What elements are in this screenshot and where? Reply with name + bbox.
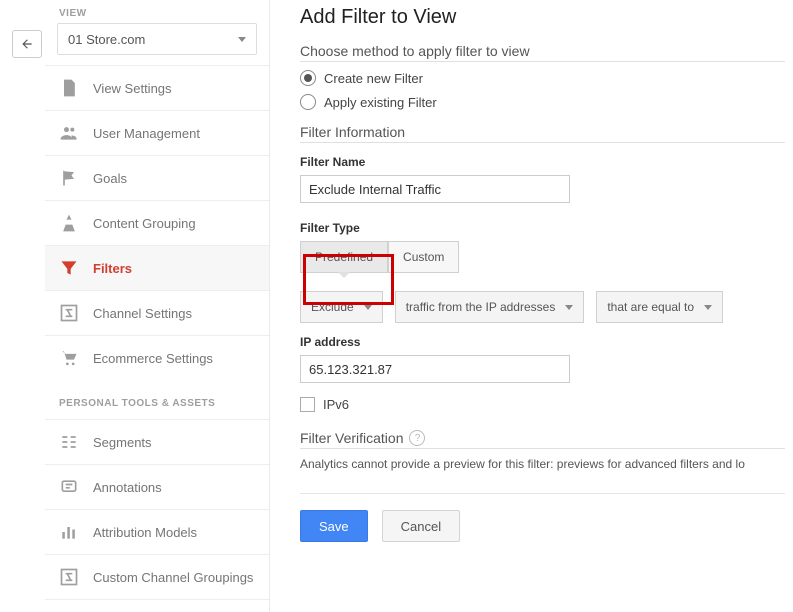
nav-view-settings[interactable]: View Settings — [45, 65, 269, 110]
tab-custom[interactable]: Custom — [388, 241, 459, 273]
method-section-head: Choose method to apply filter to view — [300, 43, 785, 62]
filter-condition-row: Exclude traffic from the IP addresses th… — [300, 291, 785, 323]
nav-label: Attribution Models — [93, 525, 197, 540]
filter-type-tabs: Predefined Custom — [300, 241, 785, 273]
nav-user-management[interactable]: User Management — [45, 110, 269, 155]
nav-label: Annotations — [93, 480, 162, 495]
dropdown-value: that are equal to — [607, 300, 694, 314]
nav-goals[interactable]: Goals — [45, 155, 269, 200]
help-icon[interactable]: ? — [409, 430, 425, 446]
channel-icon — [59, 567, 79, 587]
filter-verification-text: Analytics cannot provide a preview for t… — [300, 457, 785, 471]
radio-apply-existing-filter[interactable]: Apply existing Filter — [300, 94, 785, 110]
users-icon — [59, 123, 79, 143]
grouping-icon — [59, 213, 79, 233]
caret-down-icon — [565, 305, 573, 310]
nav-label: User Management — [93, 126, 200, 141]
checkbox-label: IPv6 — [323, 397, 349, 412]
channel-icon — [59, 303, 79, 323]
save-button[interactable]: Save — [300, 510, 368, 542]
nav-content-grouping[interactable]: Content Grouping — [45, 200, 269, 245]
dropdown-match[interactable]: that are equal to — [596, 291, 723, 323]
bars-icon — [59, 522, 79, 542]
nav-label: Ecommerce Settings — [93, 351, 213, 366]
dropdown-value: traffic from the IP addresses — [406, 300, 556, 314]
view-label: VIEW — [45, 8, 269, 19]
nav-ecommerce-settings[interactable]: Ecommerce Settings — [45, 335, 269, 380]
view-selected-value: 01 Store.com — [68, 32, 145, 47]
caret-down-icon — [704, 305, 712, 310]
filter-info-head: Filter Information — [300, 124, 785, 143]
radio-icon — [300, 94, 316, 110]
nav-annotations[interactable]: Annotations — [45, 464, 269, 509]
ipv6-checkbox-row[interactable]: IPv6 — [300, 397, 785, 412]
annotation-icon — [59, 477, 79, 497]
back-button[interactable] — [12, 30, 42, 58]
radio-create-new-filter[interactable]: Create new Filter — [300, 70, 785, 86]
filter-type-label: Filter Type — [300, 221, 785, 235]
radio-label: Apply existing Filter — [324, 95, 437, 110]
cancel-button[interactable]: Cancel — [382, 510, 460, 542]
filter-name-input[interactable] — [300, 175, 570, 203]
nav-label: Channel Settings — [93, 306, 192, 321]
nav-label: Custom Channel Groupings — [93, 570, 253, 585]
flag-icon — [59, 168, 79, 188]
radio-icon — [300, 70, 316, 86]
tab-predefined[interactable]: Predefined — [300, 241, 388, 273]
divider — [300, 493, 785, 494]
ip-address-label: IP address — [300, 335, 785, 349]
view-selector[interactable]: 01 Store.com — [57, 23, 257, 55]
nav-label: Goals — [93, 171, 127, 186]
back-arrow-icon — [19, 37, 35, 51]
nav-label: View Settings — [93, 81, 172, 96]
action-button-row: Save Cancel — [300, 510, 785, 542]
nav-label: Segments — [93, 435, 152, 450]
radio-label: Create new Filter — [324, 71, 423, 86]
sidebar: VIEW 01 Store.com View Settings User Man… — [45, 0, 270, 612]
nav-label: Filters — [93, 261, 132, 276]
nav-custom-channel-groupings[interactable]: Custom Channel Groupings — [45, 554, 269, 600]
segments-icon — [59, 432, 79, 452]
nav-attribution-models[interactable]: Attribution Models — [45, 509, 269, 554]
dropdown-source[interactable]: traffic from the IP addresses — [395, 291, 585, 323]
cart-icon — [59, 348, 79, 368]
nav-label: Content Grouping — [93, 216, 196, 231]
nav-segments[interactable]: Segments — [45, 419, 269, 464]
dropdown-value: Exclude — [311, 300, 354, 314]
funnel-icon — [59, 258, 79, 278]
filter-verification-head: Filter Verification ? — [300, 430, 785, 449]
nav-channel-settings[interactable]: Channel Settings — [45, 290, 269, 335]
verify-head-text: Filter Verification — [300, 430, 403, 446]
caret-down-icon — [238, 37, 246, 42]
checkbox-icon — [300, 397, 315, 412]
caret-down-icon — [364, 305, 372, 310]
nav-filters[interactable]: Filters — [45, 245, 269, 290]
page-icon — [59, 78, 79, 98]
dropdown-action[interactable]: Exclude — [300, 291, 383, 323]
ip-address-input[interactable] — [300, 355, 570, 383]
filter-name-label: Filter Name — [300, 155, 785, 169]
page-title: Add Filter to View — [300, 6, 785, 29]
section-personal-tools: PERSONAL TOOLS & ASSETS — [45, 380, 269, 419]
main-panel: Add Filter to View Choose method to appl… — [270, 0, 793, 612]
